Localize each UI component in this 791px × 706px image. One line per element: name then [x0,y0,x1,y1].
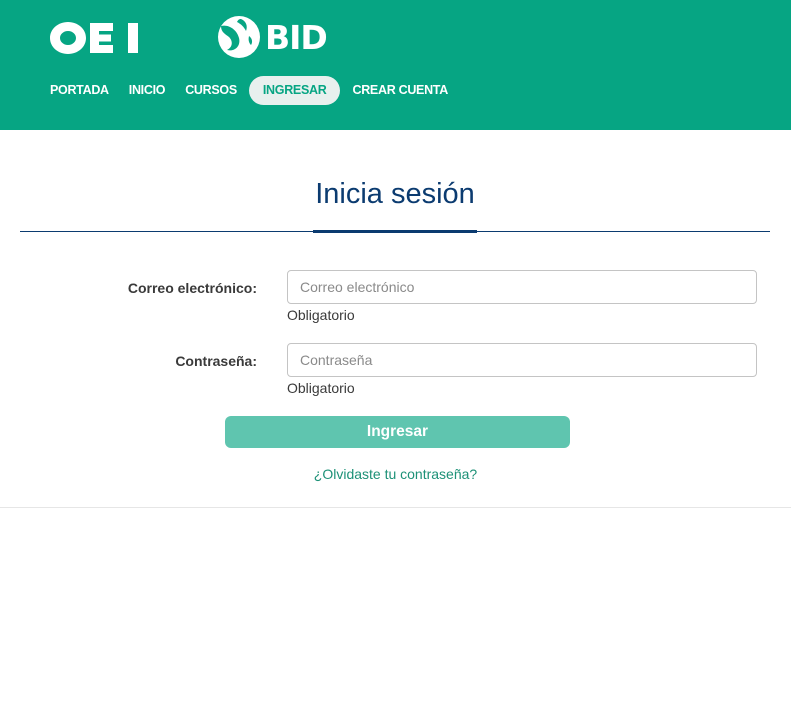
forgot-password-link[interactable]: ¿Olvidaste tu contraseña? [0,466,791,482]
nav-item-cursos[interactable]: CURSOS [175,76,247,105]
nav-item-inicio[interactable]: INICIO [119,76,175,105]
bid-logo-text: BID [265,17,328,57]
nav-item-portada[interactable]: PORTADA [40,76,119,105]
main-nav: PORTADA INICIO CURSOS INGRESAR CREAR CUE… [40,75,458,105]
password-required-hint: Obligatorio [287,380,355,396]
nav-item-ingresar[interactable]: INGRESAR [248,75,341,105]
bid-logo[interactable]: BID [215,14,328,60]
email-required-hint: Obligatorio [287,307,355,323]
nav-item-crear-cuenta[interactable]: CREAR CUENTA [342,76,457,105]
site-header: BID PORTADA INICIO CURSOS INGRESAR CREAR… [0,0,791,130]
globe-icon [218,16,260,58]
password-label: Contraseña: [175,353,257,369]
login-title-section: Inicia sesión [20,165,770,233]
title-underline [313,230,477,233]
oei-logo[interactable] [50,18,142,58]
oei-logo-icon [50,22,138,54]
email-label: Correo electrónico: [127,280,257,296]
section-divider [0,507,791,508]
password-field[interactable] [287,343,757,377]
email-field[interactable] [287,270,757,304]
page-title: Inicia sesión [315,178,475,210]
login-button[interactable]: Ingresar [225,416,570,448]
